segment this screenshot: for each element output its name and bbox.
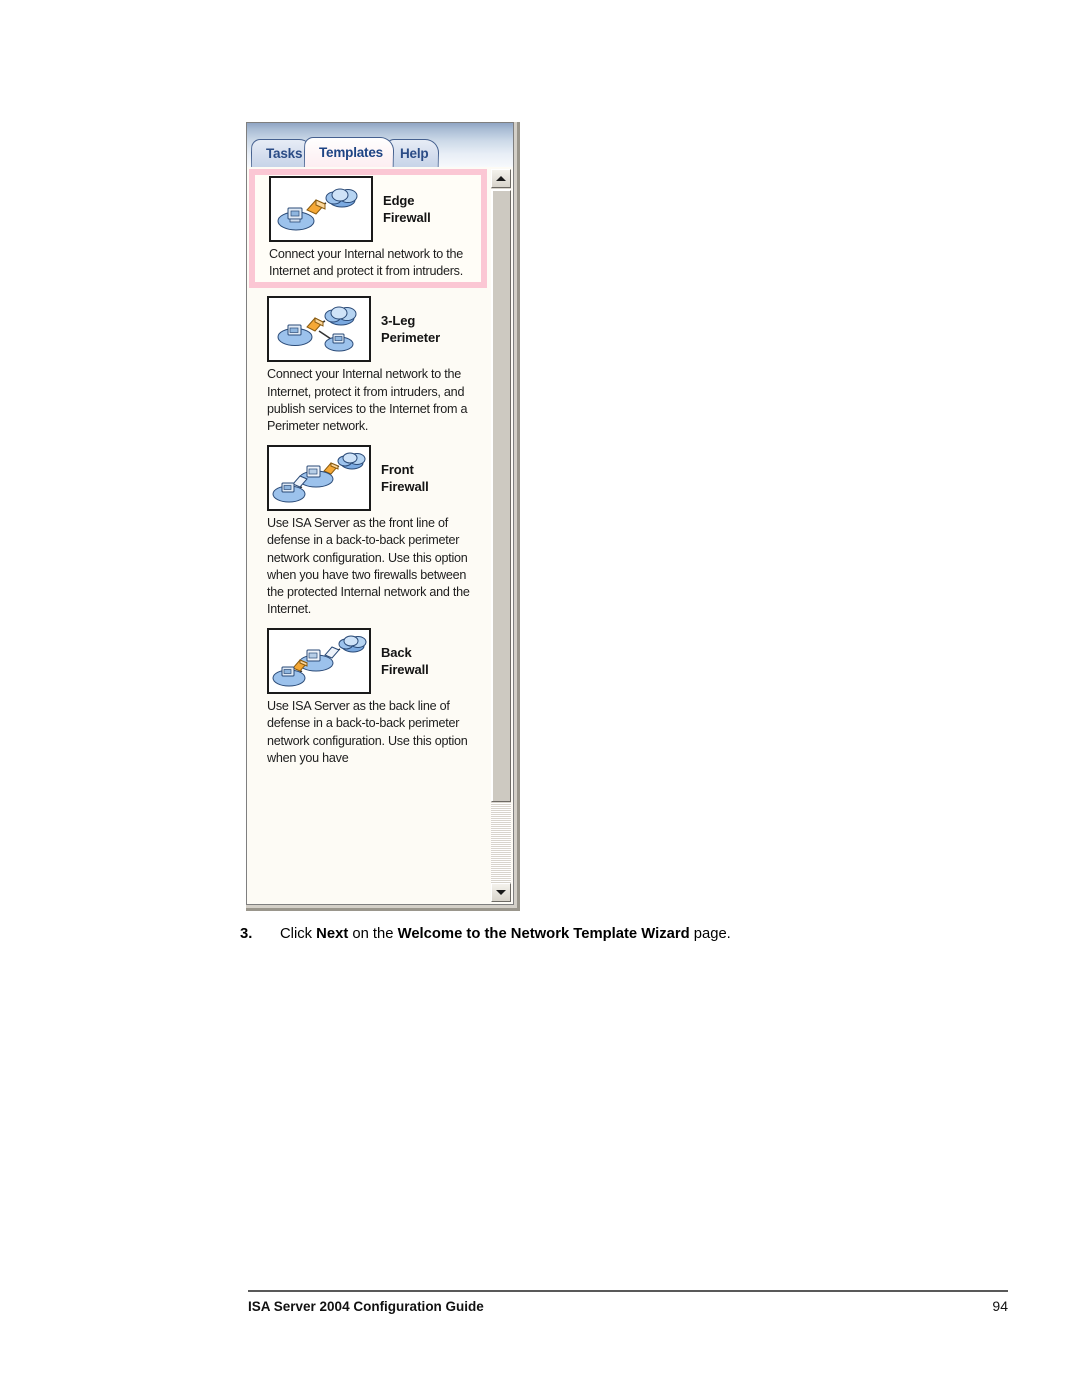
template-title-line2: Firewall — [383, 210, 431, 225]
template-title-line1: 3-Leg — [381, 313, 416, 329]
step-number: 3. — [240, 926, 253, 942]
step-middle: on the — [348, 926, 398, 942]
step-prefix: Click — [280, 926, 317, 942]
scroll-down-button[interactable] — [491, 883, 511, 902]
templates-scrollbar[interactable] — [491, 169, 511, 902]
template-title-3-leg-perimeter: 3-Leg Perimeter — [381, 312, 440, 346]
template-title-line1: Back — [381, 645, 412, 661]
template-title-line2: Perimeter — [381, 330, 441, 346]
step-body: Click Next on the Welcome to the Network… — [280, 925, 731, 943]
step-instruction: 3. Click Next on the Welcome to the Netw… — [240, 925, 940, 943]
isa-server-templates-screenshot: Tasks Templates Help Edge Firewall Conne… — [246, 122, 520, 911]
step-bold-next: Next — [316, 926, 349, 942]
template-description-back-firewall: Use ISA Server as the back line of defen… — [267, 699, 468, 765]
template-title-line2: Firewall — [381, 479, 429, 495]
template-item-front-firewall[interactable]: Front Firewall Use ISA Server as the fro… — [247, 439, 491, 622]
scroll-up-arrow-icon — [496, 176, 506, 181]
page-footer: ISA Server 2004 Configuration Guide 94 — [248, 1298, 1008, 1314]
tab-tasks-label: Tasks — [265, 146, 303, 161]
step-suffix: page. — [689, 926, 731, 942]
templates-list-region: Edge Firewall Connect your Internal netw… — [247, 167, 513, 904]
template-title-front-firewall: Front Firewall — [381, 461, 429, 495]
scroll-down-arrow-icon — [496, 890, 506, 895]
tab-templates[interactable]: Templates — [304, 137, 395, 167]
template-title-edge-firewall: Edge Firewall — [383, 192, 431, 226]
scrollbar-thumb[interactable] — [491, 190, 511, 802]
template-title-back-firewall: Back Firewall — [381, 644, 429, 678]
templates-list[interactable]: Edge Firewall Connect your Internal netw… — [247, 167, 491, 904]
templates-panel: Tasks Templates Help Edge Firewall Conne… — [246, 122, 514, 905]
template-description-3-leg-perimeter: Connect your Internal network to the Int… — [267, 367, 468, 433]
template-description-edge-firewall: Connect your Internal network to the Int… — [269, 247, 464, 279]
tab-templates-label: Templates — [319, 145, 384, 160]
footer-page-number: 94 — [992, 1298, 1008, 1314]
step-bold-wizard: Welcome to the Network Template Wizard — [397, 926, 690, 942]
template-title-line1: Front — [381, 461, 414, 477]
network-firewall-three-leg-icon — [267, 296, 371, 363]
template-item-back-firewall[interactable]: Back Firewall Use ISA Server as the back… — [247, 622, 491, 771]
template-item-edge-firewall[interactable]: Edge Firewall Connect your Internal netw… — [249, 169, 487, 289]
template-title-line2: Firewall — [381, 662, 429, 678]
panel-tab-bar: Tasks Templates Help — [247, 123, 513, 167]
template-title-line1: Edge — [383, 192, 415, 208]
network-front-firewall-icon — [267, 445, 371, 512]
footer-title: ISA Server 2004 Configuration Guide — [248, 1299, 484, 1314]
scroll-up-button[interactable] — [491, 169, 511, 188]
network-back-firewall-icon — [267, 628, 371, 695]
template-description-front-firewall: Use ISA Server as the front line of defe… — [267, 516, 470, 617]
network-firewall-internet-icon — [269, 176, 373, 242]
tab-help-label: Help — [400, 146, 429, 161]
template-item-3-leg-perimeter[interactable]: 3-Leg Perimeter Connect your Internal ne… — [247, 290, 491, 439]
footer-divider — [248, 1290, 1008, 1292]
